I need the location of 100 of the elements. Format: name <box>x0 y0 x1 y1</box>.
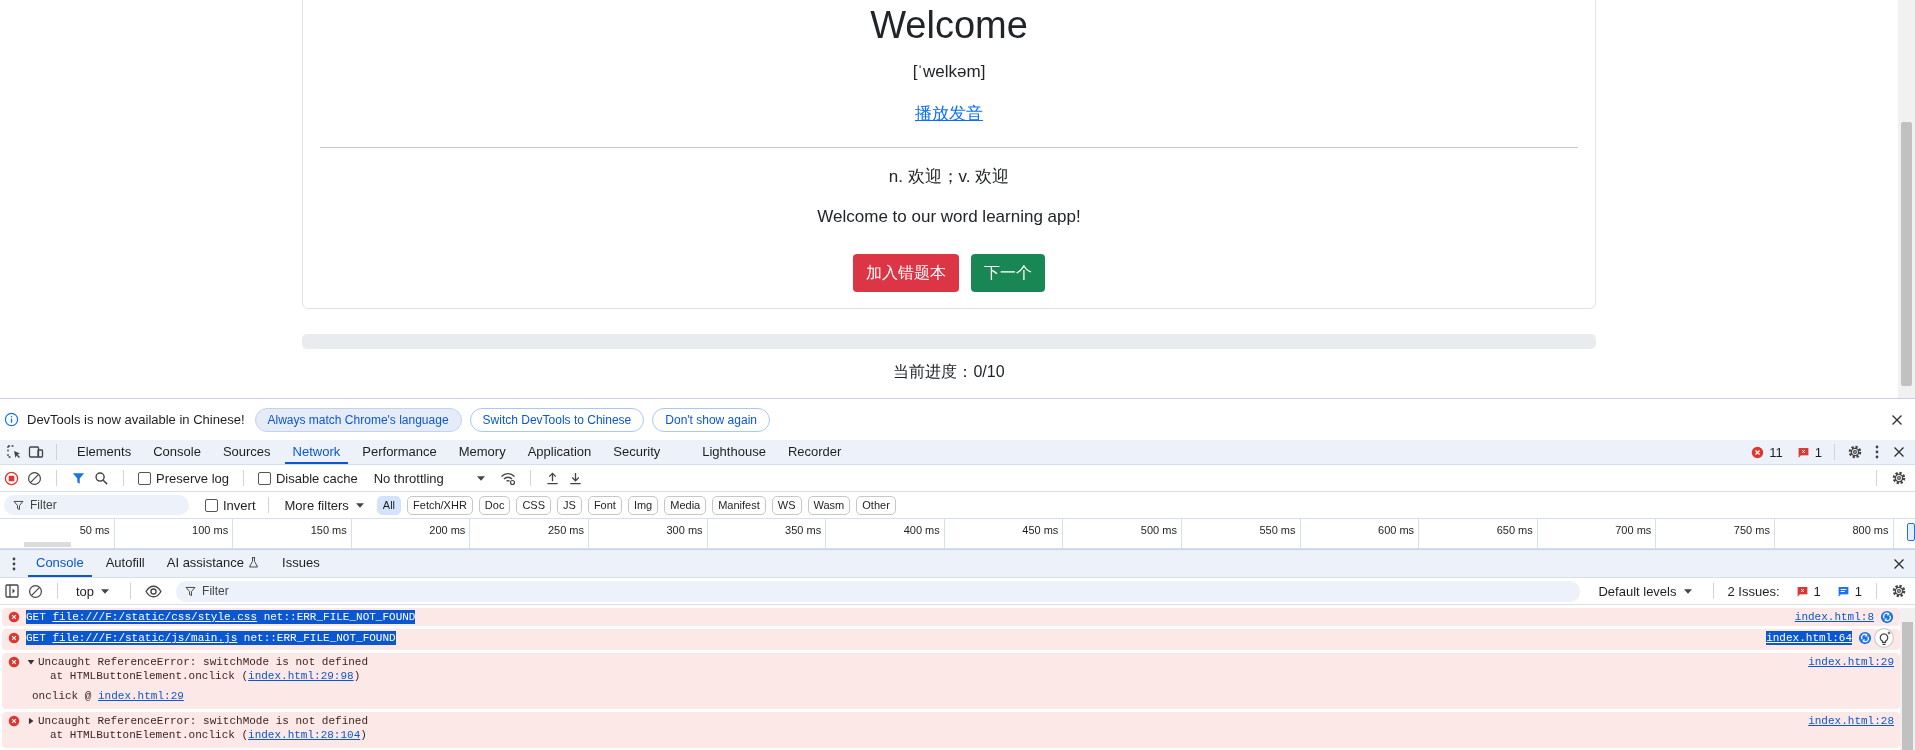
source-link[interactable]: index.html:64 <box>1766 631 1852 645</box>
source-link[interactable]: index.html:28:104 <box>248 729 361 741</box>
panel-tab[interactable]: Sources <box>214 440 279 464</box>
drawer-tab[interactable]: Console <box>28 550 92 577</box>
panel-tab[interactable]: Recorder <box>779 440 850 464</box>
resource-type-filter[interactable]: Fetch/XHR <box>407 495 473 515</box>
error-count[interactable]: 11 <box>1769 444 1783 460</box>
clear-icon[interactable] <box>28 583 43 599</box>
url-link[interactable]: file:///F:/static/js/main.js <box>52 632 238 644</box>
panel-tab[interactable]: Memory <box>450 440 514 464</box>
source-link[interactable]: index.html:29 <box>1808 655 1894 669</box>
panel-tab[interactable]: Security <box>605 440 669 464</box>
checkbox[interactable] <box>205 498 218 512</box>
notice-button[interactable]: Switch DevTools to Chinese <box>469 407 645 432</box>
invert-label[interactable]: Invert <box>223 497 256 513</box>
issue-count[interactable]: 1 <box>1814 444 1822 460</box>
download-icon[interactable] <box>567 470 583 486</box>
resource-type-filter[interactable]: Media <box>664 495 707 515</box>
sidebar-icon[interactable] <box>4 583 20 599</box>
stack-trace-line: at HTMLButtonElement.onclick (index.html:29:98) <box>49 669 361 683</box>
resource-type-filter[interactable]: Font <box>587 495 622 515</box>
expand-triangle-icon[interactable] <box>26 657 36 667</box>
search-icon[interactable] <box>94 470 109 486</box>
collapse-triangle-icon[interactable] <box>26 716 36 726</box>
scrollbar-thumb[interactable] <box>1902 622 1913 750</box>
resource-type-filter[interactable]: JS <box>557 495 582 515</box>
timeline-tick-label: 50 ms <box>79 524 110 538</box>
resource-type-filter[interactable]: All <box>376 495 402 515</box>
device-toolbar-icon[interactable] <box>28 444 44 460</box>
lightbulb-icon[interactable] <box>1874 628 1894 648</box>
source-link[interactable]: index.html:29:98 <box>248 670 354 682</box>
error-icon[interactable] <box>1751 445 1765 459</box>
context-dropdown[interactable]: top <box>72 583 117 599</box>
notice-text: DevTools is now available in Chinese! <box>27 412 245 427</box>
settings-icon[interactable] <box>1847 444 1863 460</box>
throttling-dropdown[interactable]: No throttling <box>369 470 492 486</box>
timeline-tick-label: 800 ms <box>1852 524 1889 538</box>
more-filters-dropdown[interactable]: More filters <box>280 497 371 513</box>
settings-icon[interactable] <box>1891 470 1907 486</box>
settings-icon[interactable] <box>1891 583 1907 599</box>
issues-label[interactable]: 2 Issues: <box>1727 583 1780 599</box>
scrollbar[interactable] <box>1900 608 1915 750</box>
meaning-text: n. 欢迎；v. 欢迎 <box>888 166 1010 188</box>
resource-type-filter[interactable]: WS <box>771 495 802 515</box>
panel-tab[interactable]: Elements <box>69 440 140 464</box>
resource-type-filter[interactable]: Manifest <box>712 495 766 515</box>
source-map-icon[interactable] <box>1880 610 1894 624</box>
timeline-handle[interactable] <box>1907 523 1915 541</box>
source-link[interactable]: index.html:28 <box>1808 714 1894 728</box>
checkbox[interactable] <box>138 471 151 485</box>
notice-button[interactable]: Don't show again <box>652 407 770 432</box>
inspect-icon[interactable] <box>6 444 22 460</box>
panel-tab[interactable]: Application <box>519 440 600 464</box>
error-icon <box>8 611 20 623</box>
source-link[interactable]: index.html:29 <box>98 690 184 702</box>
timeline-tick-label: 100 ms <box>192 524 229 538</box>
resource-type-filter[interactable]: Wasm <box>807 495 851 515</box>
filter-field[interactable]: Filter <box>4 495 189 515</box>
play-audio-link[interactable]: 播放发音 <box>915 104 983 123</box>
preserve-log-label[interactable]: Preserve log <box>156 470 229 486</box>
issue-icon[interactable] <box>1796 445 1810 459</box>
log-levels-dropdown[interactable]: Default levels <box>1594 583 1699 599</box>
eye-icon[interactable] <box>145 582 163 600</box>
scrollbar-thumb[interactable] <box>1901 122 1912 386</box>
add-to-mistakes-button[interactable]: 加入错题本 <box>853 254 959 292</box>
source-map-icon[interactable] <box>1858 631 1872 645</box>
resource-type-filter[interactable]: Img <box>627 495 659 515</box>
call-trace-line: onclick @ index.html:29 <box>31 689 184 703</box>
timeline-tick-label: 600 ms <box>1378 524 1415 538</box>
network-conditions-icon[interactable] <box>499 470 516 486</box>
drawer-tab[interactable]: Autofill <box>97 550 153 577</box>
timeline-tick-label: 350 ms <box>785 524 822 538</box>
drawer-tab[interactable]: Issues <box>274 550 328 577</box>
url-link[interactable]: file:///F:/static/css/style.css <box>52 611 258 623</box>
upload-icon[interactable] <box>544 470 560 486</box>
scrollbar[interactable] <box>1898 0 1915 398</box>
next-button[interactable]: 下一个 <box>971 254 1045 292</box>
panel-tab[interactable]: Performance <box>354 440 445 464</box>
issue-error-count[interactable]: 1 <box>1813 583 1821 599</box>
issue-icon[interactable] <box>1795 584 1809 598</box>
resource-type-filter[interactable]: Doc <box>478 495 511 515</box>
notice-button[interactable]: Always match Chrome's language <box>254 407 462 432</box>
clear-icon[interactable] <box>27 470 42 486</box>
network-error-text: GET file:///F:/static/css/style.css net::ERR_FILE_NOT_FOUND <box>26 610 416 624</box>
issue-info-count[interactable]: 1 <box>1854 583 1862 599</box>
resource-type-filter[interactable]: Other <box>856 495 896 515</box>
disable-cache-label[interactable]: Disable cache <box>276 470 358 486</box>
timeline-tick-label: 400 ms <box>903 524 940 538</box>
panel-tab[interactable]: Lighthouse <box>694 440 774 464</box>
message-icon[interactable] <box>1836 584 1850 598</box>
stack-trace-line: at HTMLButtonElement.onclick (index.html:28:104) <box>49 728 367 742</box>
drawer-tab[interactable]: AI assistance <box>158 550 269 577</box>
source-link[interactable]: index.html:8 <box>1794 610 1874 624</box>
filter-field[interactable]: Filter <box>176 580 1581 602</box>
resource-type-filter[interactable]: CSS <box>516 495 552 515</box>
filter-icon[interactable] <box>71 470 86 486</box>
panel-tab[interactable]: Network <box>284 440 349 464</box>
checkbox[interactable] <box>258 471 271 485</box>
stop-recording-icon[interactable] <box>4 470 19 486</box>
panel-tab[interactable]: Console <box>145 440 209 464</box>
